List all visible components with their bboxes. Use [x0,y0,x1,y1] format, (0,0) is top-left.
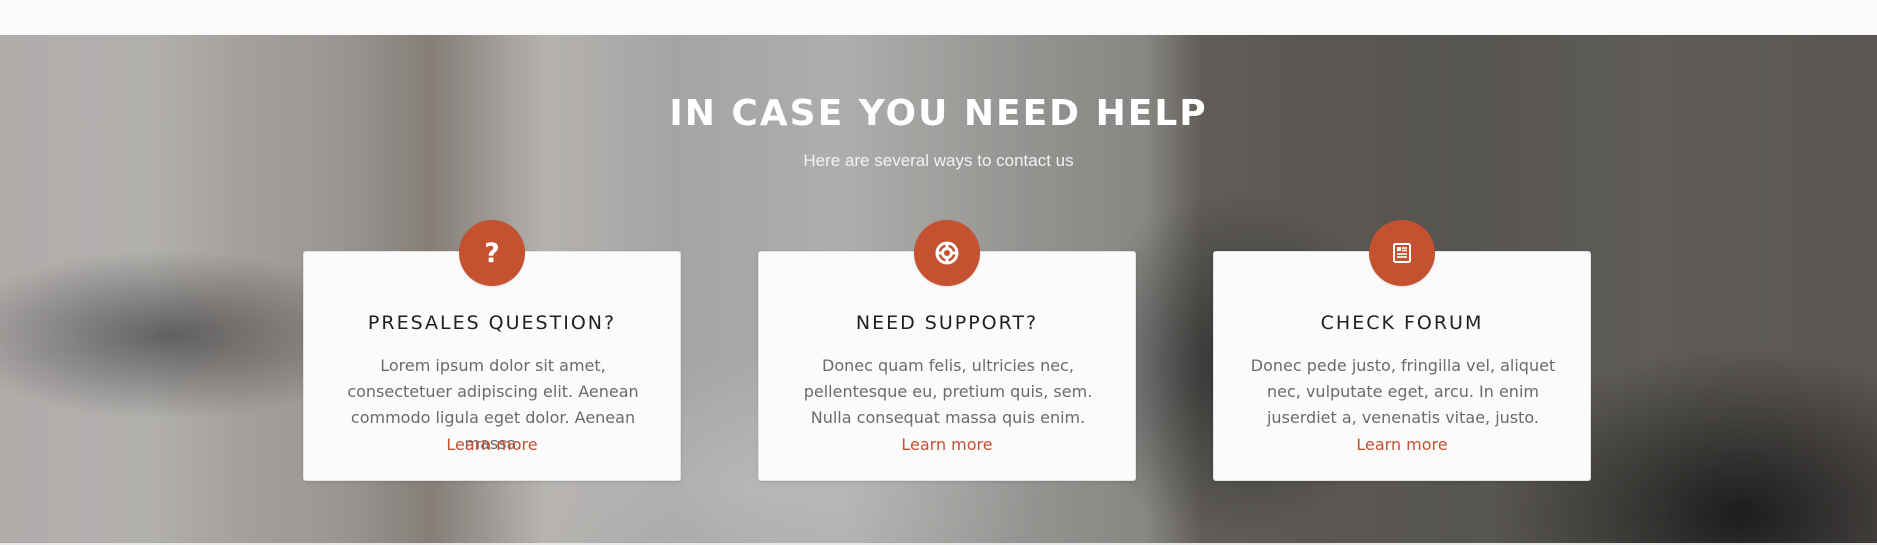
forum-card: CHECK FORUM Donec pede justo, fringilla … [1213,220,1591,481]
help-section-content: IN CASE YOU NEED HELP Here are several w… [0,35,1877,543]
top-bar [0,0,1877,35]
learn-more-link[interactable]: Learn more [759,435,1135,454]
learn-more-link[interactable]: Learn more [304,435,680,454]
presales-card: ? PRESALES QUESTION? Lorem ipsum dolor s… [303,220,681,481]
section-subtitle: Here are several ways to contact us [803,151,1074,170]
forum-icon [1369,220,1435,286]
card-title: PRESALES QUESTION? [367,312,617,334]
card-title: CHECK FORUM [1320,312,1484,334]
help-section: IN CASE YOU NEED HELP Here are several w… [0,35,1877,543]
card-text: Donec pede justo, fringilla vel, aliquet… [1250,356,1556,427]
card-title: NEED SUPPORT? [855,312,1039,334]
question-icon: ? [459,220,525,286]
lifebuoy-icon [914,220,980,286]
learn-more-link[interactable]: Learn more [1214,435,1590,454]
card-text: Donec quam felis, ultricies nec, pellent… [803,356,1093,427]
support-card: NEED SUPPORT? Donec quam felis, ultricie… [758,220,1136,481]
section-title: IN CASE YOU NEED HELP [669,93,1208,134]
